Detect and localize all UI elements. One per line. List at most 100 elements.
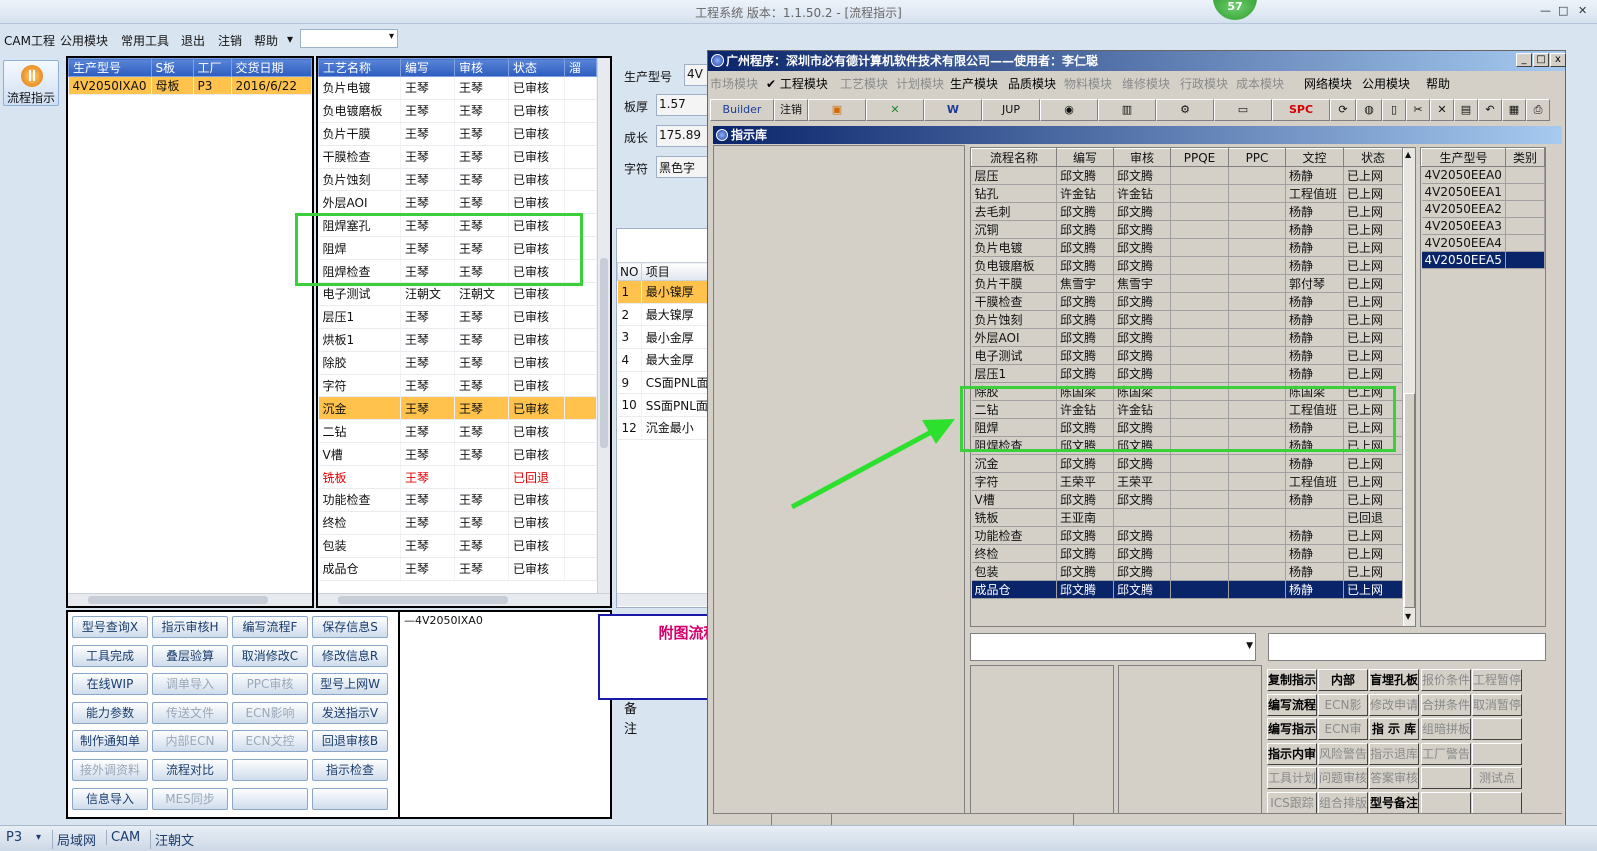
table-row[interactable]: 4 最大金厚 <box>617 348 709 372</box>
window-action-button[interactable]: 指示内审 <box>1267 742 1317 765</box>
table-row[interactable]: 成品仓 邱文腾 邱文腾 杨静 已上网 <box>971 580 1403 599</box>
table-row[interactable]: V槽 王琴 王琴 已审核 <box>318 442 597 467</box>
action-button[interactable]: 指示审核H <box>152 616 228 638</box>
sub-menu-item[interactable]: 物料模块 <box>1064 75 1112 92</box>
sub-menu-item[interactable]: 公用模块 <box>1362 75 1410 92</box>
action-button[interactable]: ECN影响 <box>232 701 308 724</box>
window-action-button[interactable] <box>1421 792 1471 814</box>
action-button[interactable]: 发送指示V <box>312 701 388 724</box>
table-row[interactable]: 沉铜 邱文腾 邱文腾 杨静 已上网 <box>971 220 1403 239</box>
close-icon[interactable]: x <box>1550 53 1566 67</box>
action-button[interactable]: 接外调资料 <box>72 759 148 781</box>
table-row[interactable]: 4V2050EEA0 <box>1421 166 1545 184</box>
action-button[interactable]: ECN文控 <box>232 730 308 753</box>
table-row[interactable]: 10 SS面PNL面 <box>617 393 709 418</box>
save-icon[interactable]: ▤ <box>1454 99 1478 121</box>
vertical-scrollbar[interactable] <box>597 58 610 593</box>
action-button[interactable]: 指示检查 <box>312 759 388 781</box>
action-button[interactable]: 在线WIP <box>72 673 148 696</box>
logout-button[interactable]: 注销 <box>774 99 808 121</box>
table-row[interactable]: 4V2050EEA5 <box>1421 251 1545 269</box>
action-button[interactable]: 回退审核B <box>312 730 388 753</box>
window-action-button[interactable]: 风险警告 <box>1318 742 1368 765</box>
search-field[interactable] <box>1268 633 1546 661</box>
sub-menu-item[interactable]: 维修模块 <box>1122 75 1170 92</box>
jup-button[interactable]: JUP <box>982 99 1040 121</box>
table-row[interactable]: 4V2050IXA0 母板 P3 2016/6/22 <box>68 76 312 95</box>
cut-icon[interactable]: ✂ <box>1406 99 1430 121</box>
sub-menu-item[interactable]: 计划模块 <box>896 75 944 92</box>
window-action-button[interactable]: 编写指示 <box>1267 718 1317 741</box>
window-action-button[interactable]: 指示退库 <box>1369 742 1419 765</box>
window-action-button[interactable] <box>1472 792 1522 814</box>
col-extra[interactable]: 溜 <box>564 58 597 77</box>
tree-node[interactable]: —4V2050IXA0 <box>404 614 483 627</box>
table-row[interactable]: 沉金 邱文腾 邱文腾 杨静 已上网 <box>971 454 1403 473</box>
sub-menu-item[interactable]: 行政模块 <box>1180 75 1228 92</box>
col-category[interactable]: 类别 <box>1504 148 1545 167</box>
menu-cam[interactable]: CAM工程 <box>4 32 55 49</box>
action-button[interactable]: 调单导入 <box>152 673 228 696</box>
table-row[interactable]: 包装 邱文腾 邱文腾 杨静 已上网 <box>971 562 1403 581</box>
character-field[interactable]: 黑色字 <box>656 156 710 178</box>
horizontal-scrollbar[interactable] <box>68 593 312 606</box>
window-action-button[interactable]: 工程暂停 <box>1472 669 1522 691</box>
table-row[interactable]: 层压1 邱文腾 邱文腾 杨静 已上网 <box>971 364 1403 383</box>
close-icon[interactable]: ✕ <box>1578 4 1587 17</box>
menubar-combo[interactable]: ▾ <box>300 29 398 48</box>
table-row[interactable]: 层压 邱文腾 邱文腾 杨静 已上网 <box>971 166 1403 185</box>
sub-menu-item[interactable]: 品质模块 <box>1008 75 1056 92</box>
action-button[interactable] <box>232 787 308 810</box>
action-button[interactable]: 型号查询X <box>72 616 148 638</box>
table-row[interactable]: 功能检查 王琴 王琴 已审核 <box>318 488 597 512</box>
sub-menu-item[interactable]: 市场模块 <box>710 75 758 92</box>
col-status[interactable]: 状态 <box>508 58 565 77</box>
col-item[interactable]: 项目 <box>640 262 709 281</box>
scroll-up-icon[interactable]: ▲ <box>1405 150 1411 159</box>
action-button[interactable]: 取消修改C <box>232 644 308 667</box>
scroll-thumb[interactable] <box>88 596 268 604</box>
menu-help[interactable]: 帮助 <box>254 32 278 49</box>
delete-icon[interactable]: ✕ <box>1430 99 1454 121</box>
table-row[interactable]: 负片干膜 王琴 王琴 已审核 <box>318 122 597 146</box>
minimize-icon[interactable]: — <box>1540 4 1551 17</box>
window-action-button[interactable]: 报价条件 <box>1421 669 1471 691</box>
window-action-button[interactable]: 编写流程 <box>1267 693 1317 716</box>
new-file-icon[interactable]: ▯ <box>1382 99 1406 121</box>
table-row[interactable]: 外层AOI 王琴 王琴 已审核 <box>318 190 597 215</box>
table-row[interactable]: 干膜检查 王琴 王琴 已审核 <box>318 145 597 169</box>
table-row[interactable]: 3 最小金厚 <box>617 325 709 350</box>
table-row[interactable]: 除胶 王琴 王琴 已审核 <box>318 351 597 375</box>
window-action-button[interactable]: 取消暂停 <box>1472 693 1522 716</box>
col-reviewer[interactable]: 审核 <box>1113 148 1171 167</box>
col-writer[interactable]: 编写 <box>1056 148 1114 167</box>
vertical-scrollbar[interactable]: ▲ ▼ <box>1403 148 1415 626</box>
window-action-button[interactable]: 盲埋孔板 <box>1369 669 1419 691</box>
table-row[interactable]: 去毛刺 邱文腾 邱文腾 杨静 已上网 <box>971 202 1403 221</box>
window-action-button[interactable] <box>1472 718 1522 741</box>
table-row[interactable]: 4V2050EEA1 <box>1421 183 1545 201</box>
table-row[interactable]: 1 最小镍厚 <box>617 280 709 304</box>
action-button[interactable]: 工具完成 <box>72 644 148 667</box>
col-no[interactable]: NO <box>617 262 642 281</box>
action-button[interactable]: 叠层验算 <box>152 644 228 667</box>
table-row[interactable]: 铣板 王亚南 已回退 <box>971 508 1403 527</box>
action-button[interactable]: 信息导入 <box>72 787 148 810</box>
window-action-button[interactable]: 工具计划 <box>1267 767 1317 790</box>
factory-selector[interactable]: P3 <box>2 830 26 845</box>
action-button[interactable] <box>232 759 308 781</box>
eye-icon[interactable]: ◉ <box>1040 99 1098 121</box>
window-action-button[interactable]: 组合排版 <box>1318 792 1368 814</box>
table-row[interactable]: 终检 王琴 王琴 已审核 <box>318 511 597 535</box>
maximize-icon[interactable]: □ <box>1558 4 1568 17</box>
window-action-button[interactable]: 内部ECN <box>1318 669 1368 707</box>
menu-common-module[interactable]: 公用模块 <box>60 32 108 49</box>
col-factory[interactable]: 工厂 <box>192 58 232 77</box>
sub-menu-item[interactable]: 帮助 <box>1426 75 1450 92</box>
col-model[interactable]: 生产型号 <box>1421 148 1506 167</box>
table-row[interactable]: 包装 王琴 王琴 已审核 <box>318 534 597 558</box>
computer-icon[interactable]: ▭ <box>1214 99 1272 121</box>
table-row[interactable]: 烘板1 王琴 王琴 已审核 <box>318 328 597 352</box>
table-row[interactable]: 功能检查 邱文腾 邱文腾 杨静 已上网 <box>971 526 1403 545</box>
horizontal-scrollbar[interactable] <box>617 593 709 606</box>
